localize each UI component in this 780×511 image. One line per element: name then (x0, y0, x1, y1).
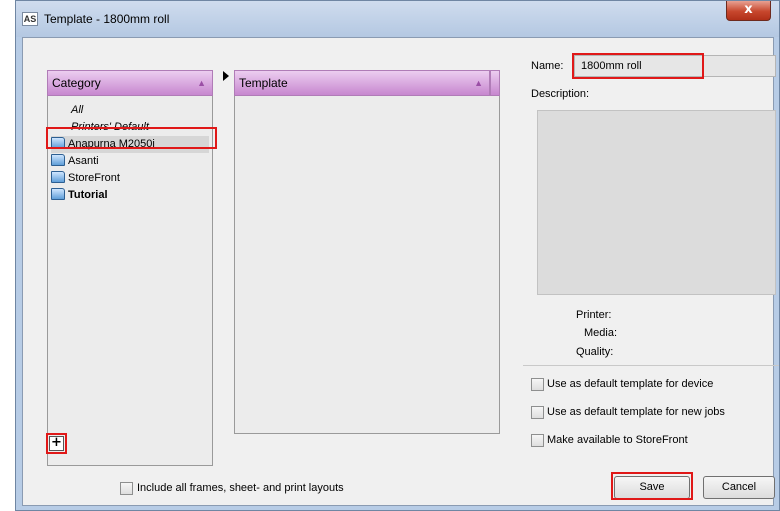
name-input-highlight (572, 53, 704, 79)
expand-arrow-icon[interactable] (223, 71, 229, 81)
name-label: Name: (531, 60, 564, 72)
selection-highlight (46, 127, 217, 149)
storefront-label[interactable]: Make available to StoreFront (547, 434, 688, 446)
description-label: Description: (531, 88, 590, 100)
description-textarea[interactable] (537, 110, 776, 295)
include-all-label[interactable]: Include all frames, sheet- and print lay… (137, 482, 344, 494)
include-all-checkbox[interactable] (120, 482, 133, 495)
category-item-all[interactable]: All (71, 102, 229, 119)
category-item-label: Tutorial (68, 189, 108, 201)
category-item-storefront[interactable]: StoreFront (51, 170, 209, 187)
category-item-tutorial[interactable]: Tutorial (51, 187, 209, 204)
category-item-label: StoreFront (68, 172, 120, 184)
printer-label: Printer: (576, 309, 612, 321)
sort-ascending-icon: ▲ (197, 78, 206, 88)
save-button-highlight (611, 472, 693, 500)
title-bar[interactable]: AS Template - 1800mm roll x (16, 1, 779, 37)
folder-icon (51, 188, 65, 200)
window-title: Template - 1800mm roll (44, 12, 170, 26)
cancel-button[interactable]: Cancel (703, 476, 775, 499)
category-list: All Printers' Default Anapurna M2050i As… (47, 102, 213, 466)
folder-icon (51, 154, 65, 166)
storefront-checkbox[interactable] (531, 434, 544, 447)
quality-label: Quality: (576, 346, 614, 358)
separator (523, 365, 779, 366)
sort-ascending-icon: ▲ (474, 78, 483, 88)
template-header-label: Template (239, 76, 288, 90)
template-header-spacer (490, 70, 500, 96)
close-button[interactable]: x (726, 1, 771, 21)
default-new-jobs-checkbox[interactable] (531, 406, 544, 419)
category-item-asanti[interactable]: Asanti (51, 153, 209, 170)
folder-icon (51, 171, 65, 183)
default-new-jobs-label[interactable]: Use as default template for new jobs (547, 406, 725, 418)
category-item-label: All (71, 104, 84, 116)
template-dialog: AS Template - 1800mm roll x Category ▲ A… (15, 0, 780, 511)
default-device-label[interactable]: Use as default template for device (547, 378, 713, 390)
template-panel (234, 70, 500, 434)
category-header-label: Category (52, 76, 101, 90)
category-item-label: Asanti (68, 155, 99, 167)
dialog-body: Category ▲ All Printers' Default Anapurn… (22, 37, 779, 506)
template-column-header[interactable]: Template ▲ (234, 70, 490, 96)
media-label: Media: (584, 327, 618, 339)
default-device-checkbox[interactable] (531, 378, 544, 391)
app-logo-icon: AS (22, 12, 38, 26)
add-button-highlight (46, 433, 67, 454)
category-column-header[interactable]: Category ▲ (47, 70, 213, 96)
